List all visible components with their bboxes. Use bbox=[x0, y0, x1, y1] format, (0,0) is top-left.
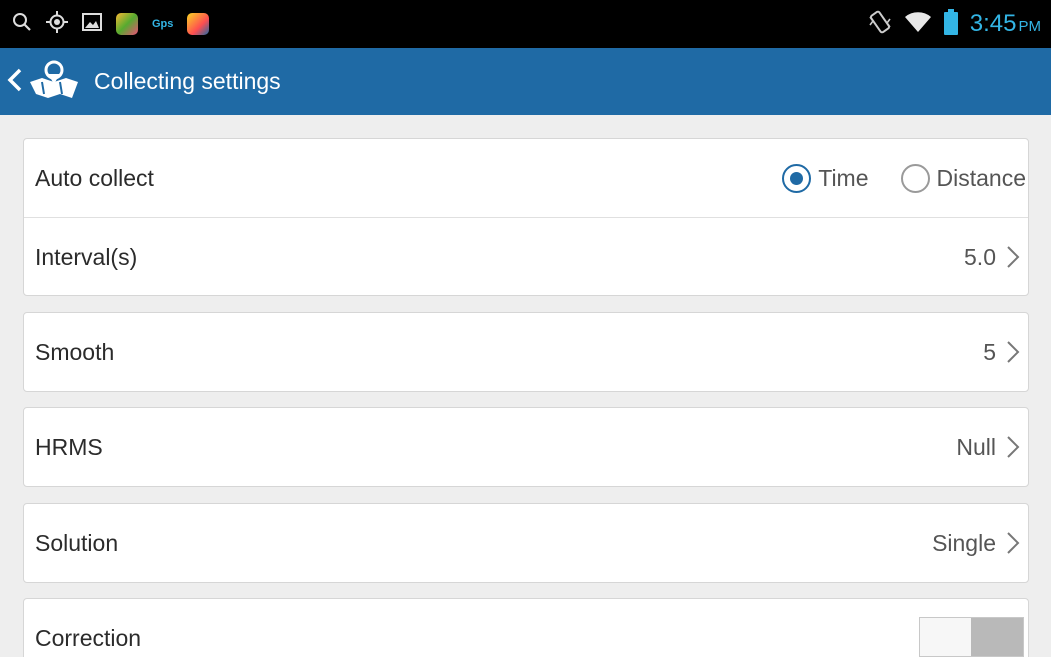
smooth-card: Smooth 5 bbox=[23, 312, 1029, 392]
chevron-right-icon bbox=[1007, 436, 1020, 458]
radio-distance[interactable]: Distance bbox=[900, 163, 1026, 193]
back-button[interactable] bbox=[6, 60, 80, 104]
radio-time[interactable]: Time bbox=[782, 163, 869, 193]
map-pin-icon bbox=[28, 60, 80, 105]
gallery-icon bbox=[82, 12, 102, 37]
correction-card: Correction bbox=[23, 598, 1029, 657]
location-target-icon bbox=[46, 10, 68, 38]
auto-collect-label: Auto collect bbox=[35, 165, 154, 191]
app-icon bbox=[116, 13, 138, 35]
solution-value: Single bbox=[932, 530, 996, 556]
radio-time-label: Time bbox=[818, 164, 869, 191]
solution-row[interactable]: Solution Single bbox=[24, 504, 1028, 582]
status-bar-left: Gps bbox=[12, 9, 210, 39]
auto-collect-card: Auto collect Time Distance Interval(s) 5… bbox=[23, 138, 1029, 296]
interval-row[interactable]: Interval(s) 5.0 bbox=[24, 217, 1028, 295]
page-title: Collecting settings bbox=[94, 68, 281, 94]
solution-card: Solution Single bbox=[23, 503, 1029, 583]
correction-toggle[interactable] bbox=[919, 617, 1024, 657]
auto-collect-radio-group: Time Distance bbox=[760, 139, 1026, 217]
wifi-icon bbox=[904, 11, 932, 38]
radio-distance-indicator[interactable] bbox=[900, 163, 930, 193]
hrms-row[interactable]: HRMS Null bbox=[24, 408, 1028, 486]
hrms-card: HRMS Null bbox=[23, 407, 1029, 487]
toggle-thumb bbox=[971, 618, 1023, 656]
time-text: 3:45 bbox=[969, 10, 1017, 37]
correction-label: Correction bbox=[35, 625, 142, 651]
correction-row: Correction bbox=[24, 599, 1028, 657]
hrms-label: HRMS bbox=[35, 434, 103, 460]
vibrate-icon bbox=[868, 9, 892, 40]
gps-label: Gps bbox=[152, 18, 174, 30]
smooth-row[interactable]: Smooth 5 bbox=[24, 313, 1028, 391]
interval-label: Interval(s) bbox=[35, 244, 138, 270]
search-icon bbox=[12, 12, 32, 37]
chevron-left-icon bbox=[6, 67, 24, 98]
radio-time-indicator[interactable] bbox=[782, 163, 812, 193]
radio-distance-label: Distance bbox=[936, 164, 1026, 191]
chevron-right-icon bbox=[1007, 246, 1020, 268]
solution-label: Solution bbox=[35, 530, 119, 556]
smooth-value: 5 bbox=[983, 339, 996, 365]
interval-value: 5.0 bbox=[964, 244, 996, 270]
smooth-label: Smooth bbox=[35, 339, 115, 365]
battery-icon bbox=[943, 8, 958, 40]
app-icon bbox=[187, 13, 210, 35]
hrms-value: Null bbox=[956, 434, 996, 460]
chevron-right-icon bbox=[1007, 341, 1020, 363]
ampm-text: PM bbox=[1018, 18, 1042, 35]
status-bar: Gps 3:45 PM bbox=[0, 0, 1051, 48]
status-bar-right: 3:45 PM bbox=[868, 8, 1041, 40]
chevron-right-icon bbox=[1007, 532, 1020, 554]
auto-collect-row: Auto collect Time Distance bbox=[24, 139, 1028, 217]
status-time: 3:45 PM bbox=[970, 10, 1041, 38]
action-bar: Collecting settings bbox=[0, 48, 1051, 115]
